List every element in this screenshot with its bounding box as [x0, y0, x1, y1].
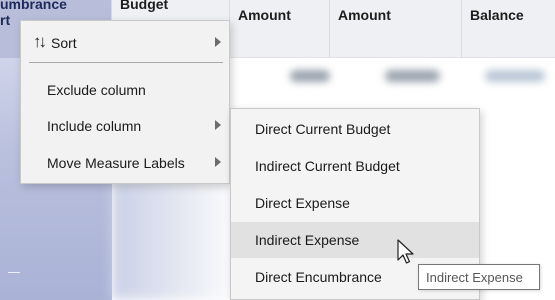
menu-item-label: Sort	[51, 35, 77, 51]
blurred-cell	[385, 70, 440, 82]
blurred-cell	[485, 70, 545, 82]
blurred-cell	[290, 70, 330, 82]
column-header-label: Amount	[338, 7, 391, 23]
submenu-item-label: Indirect Current Budget	[255, 158, 400, 174]
submenu-item-indirect-expense[interactable]: Indirect Expense	[231, 222, 479, 258]
menu-item-sort[interactable]: ↑↓ Sort	[21, 25, 229, 61]
column-divider	[8, 272, 20, 273]
menu-item-exclude-column[interactable]: Exclude column	[21, 72, 229, 108]
submenu-item-indirect-current-budget[interactable]: Indirect Current Budget	[231, 148, 479, 184]
menu-item-move-measure-labels[interactable]: Move Measure Labels	[21, 145, 229, 181]
column-header-label-line2: rt	[0, 12, 11, 28]
menu-item-label: Exclude column	[47, 82, 146, 98]
chevron-right-icon	[215, 157, 221, 167]
menu-divider	[29, 62, 223, 63]
mouse-pointer-icon	[397, 239, 414, 264]
column-header-label: umbrance	[0, 0, 67, 12]
submenu-item-label: Direct Expense	[255, 195, 350, 211]
menu-item-label: Move Measure Labels	[47, 155, 185, 171]
sort-icon: ↑↓	[33, 32, 47, 51]
column-header-amount-2[interactable]: Amount	[330, 0, 462, 58]
column-header-label: Budget	[120, 0, 169, 12]
submenu-item-direct-expense[interactable]: Direct Expense	[231, 185, 479, 221]
menu-item-label: Include column	[47, 118, 142, 134]
submenu-item-direct-current-budget[interactable]: Direct Current Budget	[231, 111, 479, 147]
menu-item-include-column[interactable]: Include column	[21, 108, 229, 144]
column-header-balance[interactable]: Balance	[462, 0, 555, 58]
tooltip: Indirect Expense	[418, 264, 540, 290]
column-header-amount[interactable]: Amount	[230, 0, 330, 58]
column-context-menu: ↑↓ Sort Exclude column Include column Mo…	[20, 20, 230, 184]
column-header-label: Amount	[238, 7, 291, 23]
submenu-item-label: Indirect Expense	[255, 232, 360, 248]
chevron-right-icon	[215, 37, 221, 47]
submenu-item-label: Direct Encumbrance	[255, 269, 382, 285]
column-header-label: Balance	[470, 7, 524, 23]
chevron-right-icon	[215, 120, 221, 130]
blurred-data-row	[230, 62, 555, 88]
submenu-item-label: Direct Current Budget	[255, 121, 391, 137]
blurred-background	[112, 180, 242, 300]
